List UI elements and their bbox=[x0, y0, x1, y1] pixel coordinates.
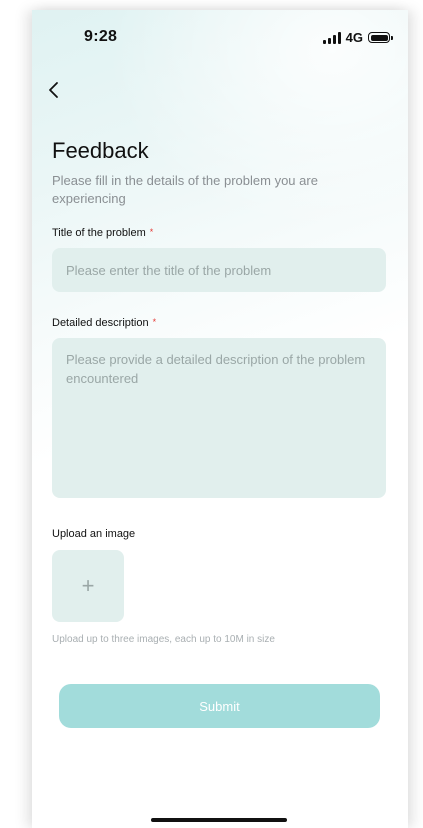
plus-icon: + bbox=[81, 573, 95, 598]
upload-label: Upload an image bbox=[52, 528, 136, 540]
problem-description-textarea[interactable] bbox=[52, 338, 386, 498]
submit-button[interactable]: Submit bbox=[59, 684, 380, 728]
page-title: Feedback bbox=[52, 138, 149, 163]
phone-screen: 9:28 4G Feedback Please fill in the deta… bbox=[32, 10, 408, 828]
home-indicator bbox=[151, 818, 287, 822]
page: 9:28 4G Feedback Please fill in the deta… bbox=[0, 0, 423, 828]
title-field-label-text: Title of the problem bbox=[52, 227, 146, 239]
problem-title-input[interactable] bbox=[52, 248, 386, 292]
description-field-label: Detailed description * bbox=[52, 317, 156, 329]
back-button[interactable] bbox=[40, 76, 68, 104]
battery-icon bbox=[368, 32, 393, 43]
signal-icon bbox=[322, 31, 341, 44]
description-field-label-text: Detailed description bbox=[52, 317, 149, 329]
required-asterisk: * bbox=[149, 227, 154, 237]
chevron-left-icon bbox=[49, 82, 58, 98]
upload-hint: Upload up to three images, each up to 10… bbox=[52, 634, 275, 645]
status-time: 9:28 bbox=[84, 28, 118, 45]
title-field-label: Title of the problem * bbox=[52, 227, 153, 239]
upload-image-button[interactable]: + bbox=[52, 550, 124, 622]
status-bar: 9:28 4G bbox=[32, 10, 408, 62]
network-type: 4G bbox=[345, 30, 363, 45]
required-asterisk: * bbox=[152, 317, 157, 327]
status-indicators: 4G bbox=[322, 30, 393, 45]
page-subtitle: Please fill in the details of the proble… bbox=[52, 173, 318, 206]
